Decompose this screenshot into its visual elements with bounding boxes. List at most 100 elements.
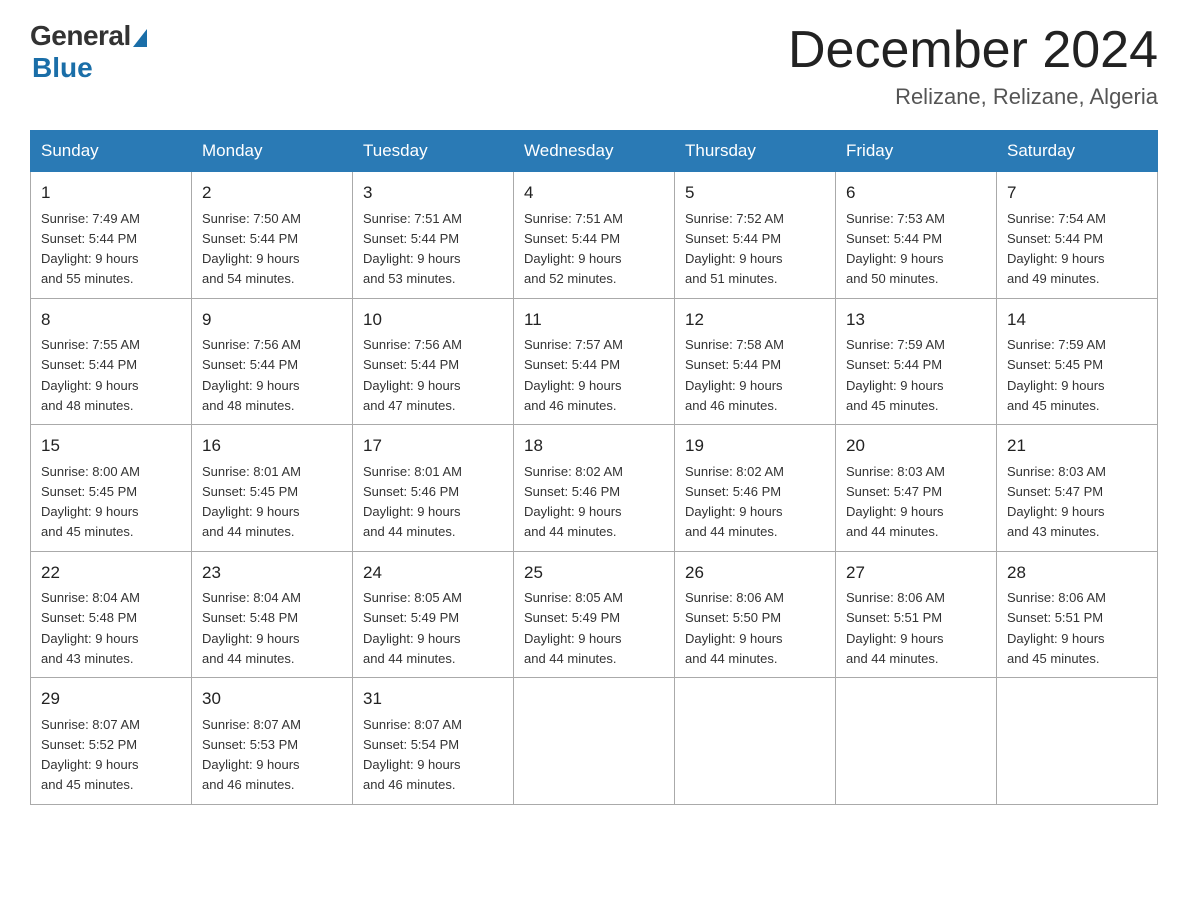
location-text: Relizane, Relizane, Algeria [788, 84, 1158, 110]
day-info: Sunrise: 8:06 AMSunset: 5:50 PMDaylight:… [685, 590, 784, 666]
day-number: 5 [685, 180, 825, 206]
header-wednesday: Wednesday [514, 131, 675, 172]
day-number: 31 [363, 686, 503, 712]
week-row-1: 1 Sunrise: 7:49 AMSunset: 5:44 PMDayligh… [31, 172, 1158, 299]
day-number: 25 [524, 560, 664, 586]
day-cell: 3 Sunrise: 7:51 AMSunset: 5:44 PMDayligh… [353, 172, 514, 299]
day-info: Sunrise: 8:03 AMSunset: 5:47 PMDaylight:… [1007, 464, 1106, 540]
day-number: 6 [846, 180, 986, 206]
day-info: Sunrise: 8:02 AMSunset: 5:46 PMDaylight:… [524, 464, 623, 540]
calendar-body: 1 Sunrise: 7:49 AMSunset: 5:44 PMDayligh… [31, 172, 1158, 805]
logo-full: General [30, 20, 147, 52]
day-cell: 11 Sunrise: 7:57 AMSunset: 5:44 PMDaylig… [514, 298, 675, 425]
day-cell: 17 Sunrise: 8:01 AMSunset: 5:46 PMDaylig… [353, 425, 514, 552]
day-info: Sunrise: 8:07 AMSunset: 5:53 PMDaylight:… [202, 717, 301, 793]
day-cell: 19 Sunrise: 8:02 AMSunset: 5:46 PMDaylig… [675, 425, 836, 552]
day-number: 18 [524, 433, 664, 459]
day-number: 11 [524, 307, 664, 333]
day-info: Sunrise: 8:05 AMSunset: 5:49 PMDaylight:… [524, 590, 623, 666]
day-number: 29 [41, 686, 181, 712]
day-info: Sunrise: 8:03 AMSunset: 5:47 PMDaylight:… [846, 464, 945, 540]
day-cell: 9 Sunrise: 7:56 AMSunset: 5:44 PMDayligh… [192, 298, 353, 425]
day-cell: 5 Sunrise: 7:52 AMSunset: 5:44 PMDayligh… [675, 172, 836, 299]
day-info: Sunrise: 7:56 AMSunset: 5:44 PMDaylight:… [363, 337, 462, 413]
day-number: 8 [41, 307, 181, 333]
logo-general-text: General [30, 20, 131, 52]
day-info: Sunrise: 8:05 AMSunset: 5:49 PMDaylight:… [363, 590, 462, 666]
day-number: 1 [41, 180, 181, 206]
day-number: 14 [1007, 307, 1147, 333]
page-header: General Blue December 2024 Relizane, Rel… [30, 20, 1158, 110]
day-info: Sunrise: 8:04 AMSunset: 5:48 PMDaylight:… [41, 590, 140, 666]
week-row-4: 22 Sunrise: 8:04 AMSunset: 5:48 PMDaylig… [31, 551, 1158, 678]
day-cell: 8 Sunrise: 7:55 AMSunset: 5:44 PMDayligh… [31, 298, 192, 425]
day-info: Sunrise: 8:04 AMSunset: 5:48 PMDaylight:… [202, 590, 301, 666]
logo: General Blue [30, 20, 147, 84]
day-cell [675, 678, 836, 805]
day-info: Sunrise: 7:51 AMSunset: 5:44 PMDaylight:… [524, 211, 623, 287]
day-number: 13 [846, 307, 986, 333]
day-number: 10 [363, 307, 503, 333]
day-cell: 7 Sunrise: 7:54 AMSunset: 5:44 PMDayligh… [997, 172, 1158, 299]
day-number: 4 [524, 180, 664, 206]
day-number: 15 [41, 433, 181, 459]
day-info: Sunrise: 7:54 AMSunset: 5:44 PMDaylight:… [1007, 211, 1106, 287]
header-sunday: Sunday [31, 131, 192, 172]
day-cell: 21 Sunrise: 8:03 AMSunset: 5:47 PMDaylig… [997, 425, 1158, 552]
day-number: 30 [202, 686, 342, 712]
day-cell: 22 Sunrise: 8:04 AMSunset: 5:48 PMDaylig… [31, 551, 192, 678]
week-row-3: 15 Sunrise: 8:00 AMSunset: 5:45 PMDaylig… [31, 425, 1158, 552]
month-title: December 2024 [788, 20, 1158, 80]
day-cell: 1 Sunrise: 7:49 AMSunset: 5:44 PMDayligh… [31, 172, 192, 299]
day-info: Sunrise: 7:57 AMSunset: 5:44 PMDaylight:… [524, 337, 623, 413]
logo-blue-text: Blue [32, 52, 93, 84]
day-cell: 27 Sunrise: 8:06 AMSunset: 5:51 PMDaylig… [836, 551, 997, 678]
day-info: Sunrise: 7:52 AMSunset: 5:44 PMDaylight:… [685, 211, 784, 287]
day-number: 2 [202, 180, 342, 206]
day-info: Sunrise: 7:59 AMSunset: 5:45 PMDaylight:… [1007, 337, 1106, 413]
day-info: Sunrise: 7:56 AMSunset: 5:44 PMDaylight:… [202, 337, 301, 413]
day-cell: 20 Sunrise: 8:03 AMSunset: 5:47 PMDaylig… [836, 425, 997, 552]
day-number: 9 [202, 307, 342, 333]
day-cell: 16 Sunrise: 8:01 AMSunset: 5:45 PMDaylig… [192, 425, 353, 552]
header-saturday: Saturday [997, 131, 1158, 172]
day-info: Sunrise: 7:58 AMSunset: 5:44 PMDaylight:… [685, 337, 784, 413]
day-info: Sunrise: 8:07 AMSunset: 5:54 PMDaylight:… [363, 717, 462, 793]
calendar-table: SundayMondayTuesdayWednesdayThursdayFrid… [30, 130, 1158, 805]
day-number: 3 [363, 180, 503, 206]
day-number: 20 [846, 433, 986, 459]
day-info: Sunrise: 8:06 AMSunset: 5:51 PMDaylight:… [846, 590, 945, 666]
day-info: Sunrise: 7:50 AMSunset: 5:44 PMDaylight:… [202, 211, 301, 287]
day-cell: 25 Sunrise: 8:05 AMSunset: 5:49 PMDaylig… [514, 551, 675, 678]
day-number: 26 [685, 560, 825, 586]
day-cell [514, 678, 675, 805]
day-cell: 12 Sunrise: 7:58 AMSunset: 5:44 PMDaylig… [675, 298, 836, 425]
day-cell: 6 Sunrise: 7:53 AMSunset: 5:44 PMDayligh… [836, 172, 997, 299]
day-cell: 18 Sunrise: 8:02 AMSunset: 5:46 PMDaylig… [514, 425, 675, 552]
day-number: 19 [685, 433, 825, 459]
day-info: Sunrise: 7:51 AMSunset: 5:44 PMDaylight:… [363, 211, 462, 287]
day-cell: 23 Sunrise: 8:04 AMSunset: 5:48 PMDaylig… [192, 551, 353, 678]
header-friday: Friday [836, 131, 997, 172]
day-cell: 31 Sunrise: 8:07 AMSunset: 5:54 PMDaylig… [353, 678, 514, 805]
week-row-2: 8 Sunrise: 7:55 AMSunset: 5:44 PMDayligh… [31, 298, 1158, 425]
day-number: 17 [363, 433, 503, 459]
day-info: Sunrise: 8:06 AMSunset: 5:51 PMDaylight:… [1007, 590, 1106, 666]
day-info: Sunrise: 8:00 AMSunset: 5:45 PMDaylight:… [41, 464, 140, 540]
week-row-5: 29 Sunrise: 8:07 AMSunset: 5:52 PMDaylig… [31, 678, 1158, 805]
day-cell [997, 678, 1158, 805]
day-info: Sunrise: 7:59 AMSunset: 5:44 PMDaylight:… [846, 337, 945, 413]
logo-triangle-icon [133, 29, 147, 47]
header-row: SundayMondayTuesdayWednesdayThursdayFrid… [31, 131, 1158, 172]
day-number: 7 [1007, 180, 1147, 206]
day-cell: 13 Sunrise: 7:59 AMSunset: 5:44 PMDaylig… [836, 298, 997, 425]
day-cell: 29 Sunrise: 8:07 AMSunset: 5:52 PMDaylig… [31, 678, 192, 805]
day-info: Sunrise: 7:55 AMSunset: 5:44 PMDaylight:… [41, 337, 140, 413]
day-cell: 24 Sunrise: 8:05 AMSunset: 5:49 PMDaylig… [353, 551, 514, 678]
day-info: Sunrise: 7:49 AMSunset: 5:44 PMDaylight:… [41, 211, 140, 287]
day-cell: 28 Sunrise: 8:06 AMSunset: 5:51 PMDaylig… [997, 551, 1158, 678]
day-number: 12 [685, 307, 825, 333]
day-info: Sunrise: 8:01 AMSunset: 5:45 PMDaylight:… [202, 464, 301, 540]
day-cell: 15 Sunrise: 8:00 AMSunset: 5:45 PMDaylig… [31, 425, 192, 552]
day-cell: 2 Sunrise: 7:50 AMSunset: 5:44 PMDayligh… [192, 172, 353, 299]
